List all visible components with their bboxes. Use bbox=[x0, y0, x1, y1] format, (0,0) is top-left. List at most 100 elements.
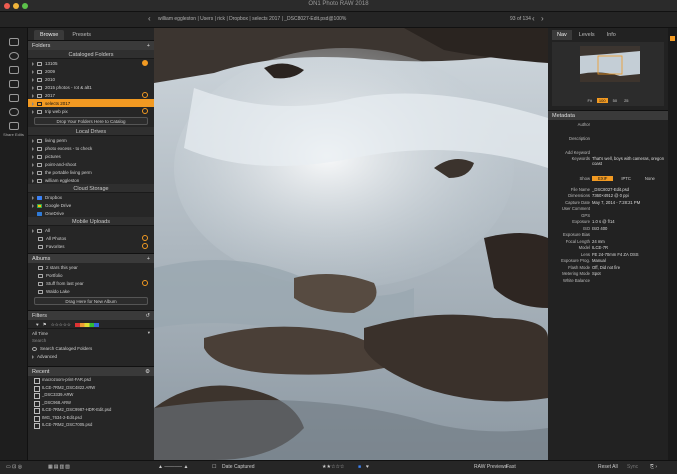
compare-icon[interactable]: ⎘ › bbox=[650, 464, 657, 470]
metadata-header[interactable]: Metadata bbox=[548, 110, 668, 120]
color-label-icon[interactable]: ■ bbox=[358, 464, 361, 470]
search-input[interactable]: Search bbox=[28, 336, 154, 344]
search-cataloged-checkbox[interactable]: Search Cataloged Folders bbox=[28, 344, 154, 352]
drive-item[interactable]: living perm bbox=[28, 136, 154, 144]
album-item[interactable]: Waldo Lake bbox=[28, 287, 154, 295]
folder-item[interactable]: 2010 bbox=[28, 75, 154, 83]
show-none-tab[interactable]: None bbox=[639, 176, 661, 181]
zoom-100[interactable]: 100 bbox=[596, 98, 608, 103]
cloud-item[interactable]: OneDrive bbox=[28, 209, 154, 217]
edit-tools-icon[interactable] bbox=[670, 36, 675, 41]
tab-nav[interactable]: Nav bbox=[552, 30, 572, 40]
layers-module-icon[interactable] bbox=[8, 80, 19, 88]
navigator[interactable]: Fit 100 50 25 bbox=[552, 42, 664, 106]
sort-select[interactable]: Date Captured bbox=[222, 464, 255, 470]
onedrive-icon bbox=[37, 211, 42, 216]
photo-waterfall bbox=[154, 28, 548, 460]
drive-item[interactable]: pictures bbox=[28, 152, 154, 160]
back-icon[interactable]: ‹ bbox=[148, 14, 151, 23]
folder-item-selected[interactable]: selects 2017 bbox=[28, 99, 154, 107]
radio-icon bbox=[32, 346, 37, 351]
star-rating-filter[interactable]: ☆☆☆☆☆ bbox=[51, 322, 71, 328]
advanced-toggle[interactable]: Advanced bbox=[28, 352, 154, 360]
zoom-25[interactable]: 25 bbox=[622, 98, 630, 103]
settings-icon[interactable]: ⚙ bbox=[145, 369, 150, 375]
album-item[interactable]: 2 stars this year bbox=[28, 263, 154, 271]
drive-item[interactable]: photo excess - to check bbox=[28, 144, 154, 152]
exif-row: Exposure 1.0 s @ f/14 bbox=[572, 219, 615, 225]
add-folder-icon[interactable]: + bbox=[147, 43, 150, 49]
heart-icon[interactable]: ♥ bbox=[36, 322, 39, 327]
develop-module-icon[interactable] bbox=[8, 52, 19, 60]
meta-description[interactable]: Description bbox=[548, 128, 668, 148]
drive-item[interactable]: point-and-shoot bbox=[28, 160, 154, 168]
sync-button[interactable]: Sync bbox=[627, 464, 638, 470]
show-iptc-tab[interactable]: IPTC bbox=[613, 176, 639, 181]
drive-item[interactable]: william eggleston bbox=[28, 176, 154, 184]
breadcrumb[interactable]: william eggleston | Users | rick | Dropb… bbox=[158, 16, 346, 22]
folder-item[interactable]: trip web pix bbox=[28, 107, 154, 115]
recent-item[interactable]: ILCE-7RM2_DSC7005.psd bbox=[28, 421, 154, 429]
tab-info[interactable]: Info bbox=[602, 30, 621, 40]
recent-item[interactable]: macrozoom-print-FAR.psd bbox=[28, 376, 154, 384]
grid-view-icon[interactable]: ▦▤▥▧ bbox=[48, 464, 71, 470]
tab-browse[interactable]: Browse bbox=[34, 30, 65, 40]
thumbnail-size-slider[interactable]: ▲ ───── ▲ bbox=[158, 464, 188, 470]
mobile-item[interactable]: All Photos bbox=[28, 234, 154, 242]
show-selector: Show EXIF IPTC None bbox=[548, 174, 668, 182]
color-label-filter[interactable] bbox=[74, 322, 99, 327]
filmstrip-view-icon[interactable]: ▭ ⊡ ◎ bbox=[6, 464, 22, 470]
filters-header[interactable]: Filters ↺ bbox=[28, 310, 154, 320]
add-album-icon[interactable]: + bbox=[147, 256, 150, 262]
new-album-drop-button[interactable]: Drag Here for New Album bbox=[34, 297, 148, 305]
folder-item[interactable]: 2017 bbox=[28, 91, 154, 99]
cloud-icon[interactable] bbox=[8, 108, 19, 116]
folder-item[interactable]: 13105 bbox=[28, 59, 154, 67]
time-filter[interactable]: All Time ▾ bbox=[28, 328, 154, 336]
meta-add-keyword[interactable]: Add Keyword bbox=[548, 148, 668, 156]
browse-panel: Browse Presets Folders + Cataloged Folder… bbox=[28, 28, 154, 460]
album-item[interactable]: Portfolio bbox=[28, 271, 154, 279]
image-viewer[interactable] bbox=[154, 28, 548, 460]
recent-item[interactable]: ILCE-7RM2_DSC4822.ARW bbox=[28, 384, 154, 391]
meta-keywords[interactable]: Keywords That's well, boys with cameras, … bbox=[548, 156, 668, 170]
drop-folders-button[interactable]: Drop Your Folders Here to Catalog bbox=[34, 117, 148, 125]
recent-item[interactable]: _DSC3339.ARW bbox=[28, 391, 154, 399]
image-count: 93 of 134 bbox=[510, 16, 531, 22]
cloud-item[interactable]: Dropbox bbox=[28, 193, 154, 201]
zoom-50[interactable]: 50 bbox=[611, 98, 619, 103]
cloud-storage-title: Cloud Storage bbox=[28, 184, 154, 193]
prev-image-icon[interactable]: ‹ bbox=[532, 14, 535, 23]
share-icon[interactable] bbox=[8, 122, 19, 130]
raw-previews-select[interactable]: Fast bbox=[506, 464, 516, 470]
recent-header[interactable]: Recent ⚙ bbox=[28, 366, 154, 376]
folder-item[interactable]: 2009 bbox=[28, 67, 154, 75]
tab-presets[interactable]: Presets bbox=[66, 30, 97, 40]
folder-item[interactable]: 2015 photos - rot & alt1 bbox=[28, 83, 154, 91]
recent-item[interactable]: IMG_7634-2-Edit.psd bbox=[28, 414, 154, 421]
meta-author[interactable]: Author bbox=[548, 120, 668, 128]
effects-module-icon[interactable] bbox=[8, 66, 19, 74]
sort-checkbox[interactable]: ☐ bbox=[212, 464, 216, 470]
reset-filters-icon[interactable]: ↺ bbox=[145, 313, 150, 319]
resize-module-icon[interactable] bbox=[8, 94, 19, 102]
phone-icon bbox=[37, 228, 42, 233]
drive-item[interactable]: the portable living perm bbox=[28, 168, 154, 176]
flag-icon[interactable]: ⚑ bbox=[43, 322, 47, 328]
cloud-item[interactable]: Google Drive bbox=[28, 201, 154, 209]
mobile-item[interactable]: Favorites bbox=[28, 242, 154, 250]
browse-module-icon[interactable] bbox=[8, 38, 19, 46]
like-icon[interactable]: ♥ bbox=[366, 464, 369, 470]
recent-item[interactable]: _DSC968.ARW bbox=[28, 399, 154, 406]
folders-header[interactable]: Folders + bbox=[28, 40, 154, 50]
albums-header[interactable]: Albums + bbox=[28, 253, 154, 263]
show-exif-tab[interactable]: EXIF bbox=[592, 175, 614, 181]
reset-all-button[interactable]: Reset All bbox=[598, 464, 618, 470]
zoom-fit[interactable]: Fit bbox=[585, 98, 593, 103]
rating-stars[interactable]: ★★☆☆☆ bbox=[322, 464, 344, 470]
recent-item[interactable]: ILCE-7RM2_DSC9987-HDR-Edit.psd bbox=[28, 406, 154, 414]
album-item[interactable]: Stuff from last year bbox=[28, 279, 154, 287]
mobile-item[interactable]: All bbox=[28, 226, 154, 234]
tab-levels[interactable]: Levels bbox=[574, 30, 600, 40]
next-image-icon[interactable]: › bbox=[541, 14, 544, 23]
